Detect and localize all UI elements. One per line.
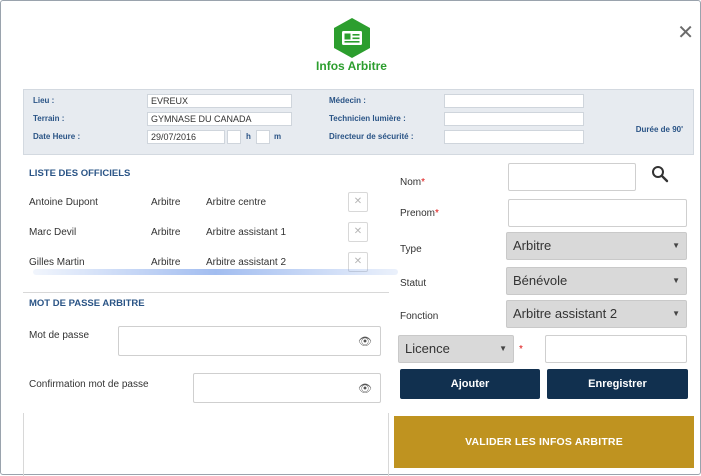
validate-button[interactable]: VALIDER LES INFOS ARBITRE [394,416,694,468]
close-icon[interactable]: ✕ [677,23,694,43]
remove-official-button[interactable]: ✕ [348,192,368,212]
licence-required-mark: * [519,344,523,355]
technicien-field[interactable] [444,112,584,126]
prenom-input[interactable] [508,199,687,227]
prenom-label: Prenom* [400,208,439,219]
terrain-label: Terrain : [33,114,65,123]
password-title: MOT DE PASSE ARBITRE [29,298,145,309]
ajouter-button[interactable]: Ajouter [400,369,540,399]
fonction-label: Fonction [400,311,439,322]
official-fonction: Arbitre assistant 2 [206,257,287,268]
left-panel-border [23,413,389,476]
official-name: Gilles Martin [29,257,85,268]
directeur-field[interactable] [444,130,584,144]
statut-label: Statut [400,278,427,289]
selection-highlight [33,269,398,275]
date-label: Date Heure : [33,132,81,141]
directeur-label: Directeur de sécurité : [329,132,414,141]
lieu-label: Lieu : [33,96,55,105]
dialog: ✕ Infos Arbitre Lieu : EVREUX Terrain : … [0,0,701,476]
medecin-label: Médecin : [329,96,366,105]
nom-label: Nom* [400,177,426,188]
lieu-field[interactable]: EVREUX [147,94,292,108]
eye-icon[interactable]: 👁 [358,335,372,348]
technicien-label: Technicien lumière : [329,114,406,123]
official-fonction: Arbitre assistant 1 [206,227,287,238]
medecin-field[interactable] [444,94,584,108]
password-label: Mot de passe [29,330,90,341]
enregistrer-button[interactable]: Enregistrer [547,369,688,399]
password-panel: MOT DE PASSE ARBITRE Mot de passe 👁 Conf… [23,292,389,408]
official-name: Antoine Dupont [29,197,98,208]
officials-title: LISTE DES OFFICIELS [29,168,131,179]
official-row: Marc Devil Arbitre Arbitre assistant 1 ✕ [23,221,395,243]
nom-input[interactable] [508,163,636,191]
terrain-field[interactable]: GYMNASE DU CANADA [147,112,292,126]
confirm-password-input[interactable]: 👁 [193,373,381,403]
official-name: Marc Devil [29,227,77,238]
password-input[interactable]: 👁 [118,326,381,356]
fonction-select[interactable]: Arbitre assistant 2 ▼ [506,300,687,328]
minute-field[interactable] [256,130,270,144]
id-card-hexagon-icon [334,18,370,58]
official-role: Arbitre [151,257,181,268]
type-label: Type [400,244,422,255]
dialog-title: Infos Arbitre [316,59,387,73]
duree-text: Durée de 90' [635,125,683,134]
remove-official-button[interactable]: ✕ [348,222,368,242]
search-icon[interactable] [651,165,669,183]
licence-input[interactable] [545,335,687,363]
type-select[interactable]: Arbitre ▼ [506,232,687,260]
licence-select[interactable]: Licence ▼ [398,335,514,363]
hour-suffix: h [246,132,251,141]
minute-suffix: m [274,132,282,141]
official-role: Arbitre [151,227,181,238]
eye-icon[interactable]: 👁 [358,382,372,395]
date-field[interactable]: 29/07/2016 [147,130,225,144]
official-role: Arbitre [151,197,181,208]
official-row: Antoine Dupont Arbitre Arbitre centre ✕ [23,191,395,213]
official-fonction: Arbitre centre [206,197,267,208]
confirm-password-label: Confirmation mot de passe [29,379,149,390]
hour-field[interactable] [227,130,241,144]
statut-select[interactable]: Bénévole ▼ [506,267,687,295]
match-info-panel: Lieu : EVREUX Terrain : GYMNASE DU CANAD… [23,89,694,155]
